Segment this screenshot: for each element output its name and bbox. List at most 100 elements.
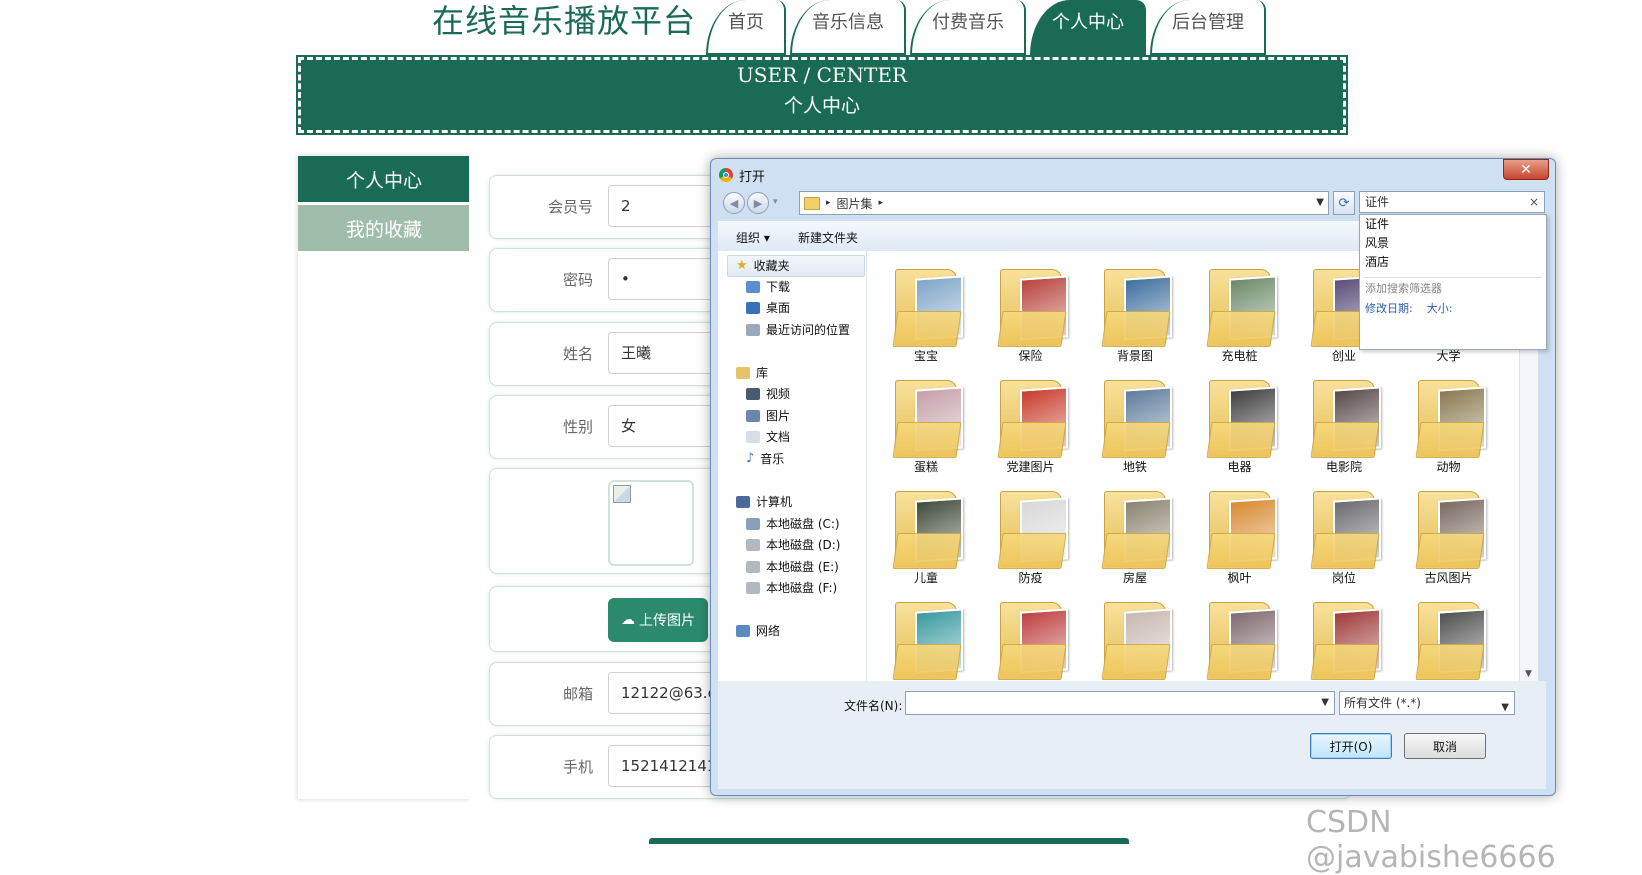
folder-item[interactable]: 古风图片: [1404, 479, 1494, 587]
dialog-title: 打开: [739, 169, 766, 185]
folder-item[interactable]: 充电桩: [1195, 257, 1285, 365]
gender-select[interactable]: 女: [608, 405, 718, 447]
nav-drive-c[interactable]: 本地磁盘 (C:): [746, 515, 840, 532]
phone-input[interactable]: 15214121411: [608, 745, 718, 787]
nav-documents[interactable]: 文档: [746, 428, 790, 445]
address-row: ◀ ▶ ▾ ▸ 图片集 ▸ ▼ ⟳ 证件 × 证件 风景 酒店 添加搜索筛选器 …: [719, 191, 1547, 350]
password-input[interactable]: •: [608, 258, 718, 300]
scroll-down-icon[interactable]: ▼: [1525, 669, 1532, 679]
folder-item[interactable]: 房屋: [1090, 479, 1180, 587]
organize-button[interactable]: 组织 ▾: [736, 229, 770, 246]
nav-recent[interactable]: 最近访问的位置: [746, 321, 850, 338]
nav-computer[interactable]: 计算机: [736, 493, 792, 510]
open-button[interactable]: 打开(O): [1310, 733, 1392, 759]
nav-paid-music[interactable]: 付费音乐: [910, 0, 1026, 55]
filetype-select[interactable]: 所有文件 (*.*) ▼: [1339, 691, 1515, 715]
folder-item[interactable]: 枫叶: [1195, 479, 1285, 587]
folder-item[interactable]: 婚宴: [1195, 590, 1285, 681]
library-icon: [736, 366, 750, 379]
page-banner: USER / CENTER 个人中心: [296, 55, 1348, 135]
folder-name: 地铁: [1122, 460, 1147, 474]
watermark: CSDN @javabishe6666: [1306, 805, 1556, 875]
folder-name: 枫叶: [1227, 571, 1252, 585]
nav-music-info[interactable]: 音乐信息: [790, 0, 906, 55]
nav-library[interactable]: 库: [736, 364, 768, 381]
folder-item[interactable]: 儿童: [881, 479, 971, 587]
folder-name: 电影院: [1325, 460, 1362, 474]
folder-item[interactable]: 高铁: [1404, 590, 1494, 681]
cancel-button[interactable]: 取消: [1404, 733, 1486, 759]
documents-icon: [746, 430, 760, 443]
filter-size[interactable]: 大小:: [1427, 300, 1453, 316]
nav-recent-label: 最近访问的位置: [766, 323, 851, 337]
folder-name: 动物: [1436, 460, 1461, 474]
breadcrumb-pictures[interactable]: 图片集: [837, 195, 873, 212]
folder-item[interactable]: 化妆品: [1090, 590, 1180, 681]
folder-front-flap: [996, 311, 1067, 347]
folder-item[interactable]: 动物: [1404, 368, 1494, 476]
nav-drive-f[interactable]: 本地磁盘 (F:): [746, 579, 837, 596]
folder-item[interactable]: 蛋糕: [881, 368, 971, 476]
folder-name: 蛋糕: [913, 460, 938, 474]
nav-admin[interactable]: 后台管理: [1150, 0, 1266, 55]
nav-favorites[interactable]: ★ 收藏夹: [736, 257, 790, 274]
folder-item[interactable]: 党建图片: [986, 368, 1076, 476]
drive-c-label: 本地磁盘 (C:): [766, 517, 840, 531]
recent-dropdown-icon[interactable]: ▾: [773, 197, 778, 207]
suggestion-item[interactable]: 证件: [1360, 215, 1546, 234]
sidebar-item-favorites[interactable]: 我的收藏: [298, 205, 470, 251]
name-input[interactable]: 王曦: [608, 332, 718, 374]
filetype-dropdown-icon[interactable]: ▼: [1501, 697, 1509, 719]
filename-label: 文件名(N):: [844, 699, 903, 713]
folder-item[interactable]: 地铁: [1090, 368, 1180, 476]
filter-date-modified[interactable]: 修改日期:: [1365, 300, 1413, 316]
nav-pictures[interactable]: 图片: [746, 407, 790, 424]
clear-search-icon[interactable]: ×: [1529, 192, 1539, 212]
address-dropdown-icon[interactable]: ▼: [1316, 197, 1324, 208]
folder-front-flap: [1101, 533, 1171, 569]
folder-item[interactable]: 宝宝: [881, 257, 971, 365]
folder-front-flap: [996, 644, 1067, 680]
email-input[interactable]: 12122@63.c: [608, 672, 718, 714]
new-folder-button[interactable]: 新建文件夹: [798, 229, 858, 246]
nav-home[interactable]: 首页: [706, 0, 786, 55]
folder-front-flap: [1414, 533, 1485, 569]
search-input[interactable]: 证件 ×: [1359, 191, 1545, 213]
folder-item[interactable]: 化妆: [986, 590, 1076, 681]
forward-arrow-icon[interactable]: ▶: [747, 192, 769, 214]
folder-item[interactable]: 火车: [1299, 590, 1389, 681]
folder-front-flap: [1205, 533, 1276, 569]
nav-drive-e[interactable]: 本地磁盘 (E:): [746, 558, 839, 575]
filename-input[interactable]: ▼: [905, 691, 1335, 715]
folder-item[interactable]: 护肤品: [881, 590, 971, 681]
drive-icon: [746, 581, 760, 594]
nav-videos[interactable]: 视频: [746, 385, 790, 402]
folder-item[interactable]: 电影院: [1299, 368, 1389, 476]
folder-item[interactable]: 防疫: [986, 479, 1076, 587]
folder-item[interactable]: 保险: [986, 257, 1076, 365]
nav-desktop[interactable]: 桌面: [746, 299, 790, 316]
suggestion-item[interactable]: 风景: [1360, 234, 1546, 253]
nav-downloads[interactable]: 下载: [746, 278, 790, 295]
back-arrow-icon[interactable]: ◀: [723, 192, 745, 214]
member-id-label: 会员号: [547, 198, 593, 216]
nav-network[interactable]: 网络: [736, 622, 780, 639]
search-suggestions: 证件 风景 酒店 添加搜索筛选器 修改日期: 大小:: [1359, 214, 1547, 350]
nav-drive-d[interactable]: 本地磁盘 (D:): [746, 536, 840, 553]
folder-item[interactable]: 背景图: [1090, 257, 1180, 365]
suggestion-item[interactable]: 酒店: [1360, 253, 1546, 272]
nav-user-center[interactable]: 个人中心: [1030, 0, 1146, 55]
filter-hint: 添加搜索筛选器: [1365, 282, 1442, 295]
address-bar[interactable]: ▸ 图片集 ▸ ▼: [799, 191, 1329, 215]
nav-music[interactable]: ♪ 音乐: [746, 450, 784, 467]
folder-item[interactable]: 岗位: [1299, 479, 1389, 587]
upload-image-button[interactable]: ☁ 上传图片: [608, 598, 708, 642]
site-title: 在线音乐播放平台: [432, 2, 697, 40]
filename-dropdown-icon[interactable]: ▼: [1321, 697, 1329, 708]
dialog-close-button[interactable]: ✕: [1503, 159, 1549, 180]
folder-item[interactable]: 电器: [1195, 368, 1285, 476]
submit-button-edge[interactable]: [649, 838, 1129, 844]
member-id-input[interactable]: 2: [608, 185, 718, 227]
refresh-icon[interactable]: ⟳: [1333, 191, 1355, 215]
sidebar-item-user-center[interactable]: 个人中心: [298, 156, 470, 202]
